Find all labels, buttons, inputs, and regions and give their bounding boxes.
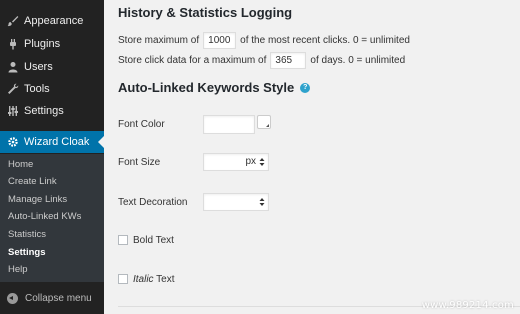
gear-icon — [6, 136, 19, 149]
collapse-arrow-icon — [7, 292, 18, 304]
sidebar-item-label: Settings — [24, 105, 64, 117]
submenu-item-auto-linked-kws[interactable]: Auto-Linked KWs — [8, 210, 81, 224]
max-days-suffix: of days. 0 = unlimited — [310, 55, 406, 66]
sidebar-item-appearance[interactable]: Appearance — [0, 10, 104, 32]
history-section-title: History & Statistics Logging — [118, 5, 293, 20]
keywords-style-section: Auto-Linked Keywords Style ? — [118, 80, 311, 95]
sidebar-item-label: Wizard Cloak — [24, 136, 90, 148]
max-days-row: Store click data for a maximum of 365 of… — [118, 52, 405, 69]
user-icon — [6, 61, 19, 74]
submenu-item-create-link[interactable]: Create Link — [8, 175, 57, 189]
settings-sliders-icon — [6, 105, 19, 118]
submenu-item-help[interactable]: Help — [8, 263, 28, 277]
sidebar-item-label: Tools — [24, 83, 50, 95]
bold-text-checkbox[interactable] — [118, 235, 128, 245]
color-picker-button[interactable] — [257, 115, 271, 129]
font-size-unit: px — [245, 156, 256, 167]
italic-rest: Text — [153, 274, 175, 285]
sidebar-item-tools[interactable]: Tools — [0, 78, 104, 100]
font-color-input[interactable] — [203, 115, 255, 134]
italic-text-checkbox[interactable] — [118, 274, 128, 284]
font-size-label: Font Size — [118, 157, 161, 168]
submenu-item-statistics[interactable]: Statistics — [8, 228, 46, 242]
submenu-item-home[interactable]: Home — [8, 158, 33, 172]
max-days-prefix: Store click data for a maximum of — [118, 55, 267, 66]
sidebar-item-wizard-cloak[interactable]: Wizard Cloak — [0, 131, 104, 153]
collapse-menu-button[interactable]: Collapse menu — [0, 287, 104, 309]
select-arrows-icon — [259, 198, 265, 206]
bold-text-label: Bold Text — [133, 235, 174, 246]
sidebar-item-plugins[interactable]: Plugins — [0, 33, 104, 55]
max-days-input[interactable]: 365 — [270, 52, 307, 69]
max-clicks-input[interactable]: 1000 — [203, 32, 237, 49]
plug-icon — [6, 38, 19, 51]
collapse-menu-label: Collapse menu — [25, 292, 92, 304]
text-decoration-label: Text Decoration — [118, 197, 188, 208]
wrench-icon — [6, 83, 19, 96]
settings-content: History & Statistics Logging Store maxim… — [104, 0, 520, 314]
submenu-item-settings[interactable]: Settings — [8, 246, 45, 260]
max-clicks-row: Store maximum of 1000 of the most recent… — [118, 32, 410, 49]
font-color-label: Font Color — [118, 119, 165, 130]
sidebar-item-settings[interactable]: Settings — [0, 100, 104, 122]
paintbrush-icon — [6, 15, 19, 28]
sidebar-item-label: Appearance — [24, 15, 84, 27]
max-clicks-prefix: Store maximum of — [118, 35, 200, 46]
admin-sidebar: Appearance Plugins Users Tools Settings … — [0, 0, 104, 314]
keywords-style-title: Auto-Linked Keywords Style — [118, 80, 295, 95]
submenu-item-manage-links[interactable]: Manage Links — [8, 193, 67, 207]
max-clicks-suffix: of the most recent clicks. 0 = unlimited — [240, 35, 410, 46]
sidebar-item-label: Plugins — [24, 38, 61, 50]
sidebar-submenu: Home Create Link Manage Links Auto-Linke… — [0, 154, 104, 282]
sidebar-item-users[interactable]: Users — [0, 56, 104, 78]
font-size-unit-select[interactable]: px — [203, 153, 269, 171]
italic-text-label: Italic Text — [133, 274, 175, 285]
watermark: www.989214.com — [421, 300, 514, 311]
help-icon[interactable]: ? — [300, 82, 311, 93]
italic-word: Italic — [133, 274, 154, 285]
text-decoration-select[interactable] — [203, 193, 269, 211]
sidebar-item-label: Users — [24, 61, 53, 73]
select-arrows-icon — [259, 158, 265, 166]
